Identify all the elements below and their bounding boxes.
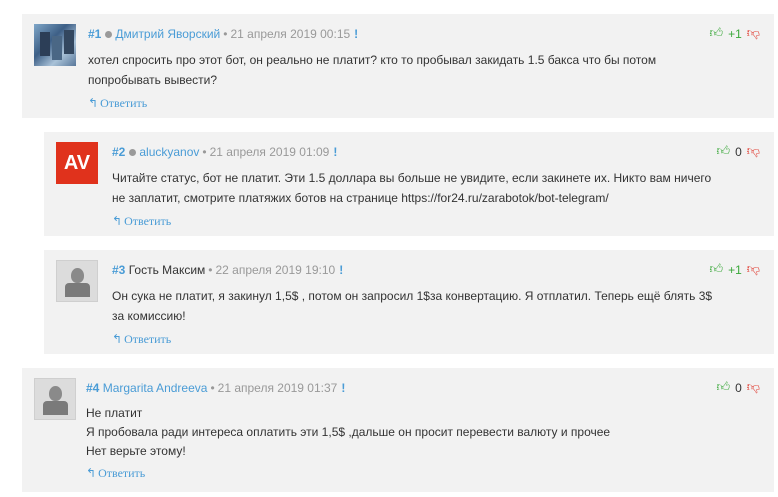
comment-date: 21 апреля 2019 01:09 <box>209 145 330 159</box>
comment-meta: #4 Margarita Andreeva • 21 апреля 2019 01:… <box>86 381 345 395</box>
comment-line: Нет верьте этому! <box>86 444 186 458</box>
comment-author[interactable]: aluckyanov <box>139 145 199 159</box>
vote-score: 0 <box>735 144 742 159</box>
avatar[interactable] <box>34 24 76 66</box>
comment-line: Я пробовала ради интереса оплатить эти 1… <box>86 425 611 439</box>
reply-arrow-icon: ↰ <box>88 96 99 110</box>
avatar[interactable] <box>56 260 98 302</box>
report-icon[interactable]: ! <box>339 263 343 277</box>
reply-label: Ответить <box>124 214 172 228</box>
vote-score: +1 <box>728 26 742 41</box>
avatar[interactable]: AV <box>56 142 98 184</box>
vote-box: 👍︎ +1 👎︎ <box>710 26 760 41</box>
status-dot-icon <box>105 31 113 38</box>
comment-meta: #3 Гость Максим • 22 апреля 2019 19:10! <box>112 263 343 277</box>
thumbs-down-icon[interactable]: 👎︎ <box>747 380 760 395</box>
comment-3: #3 Гость Максим • 22 апреля 2019 19:10! 👍︎… <box>44 250 774 354</box>
comment-1: #1 Дмитрий Яворский • 21 апреля 2019 00:15!… <box>22 14 774 118</box>
comment-text: Читайте статус, бот не платит. Эти 1.5 д… <box>112 171 712 205</box>
report-icon[interactable]: ! <box>333 145 337 159</box>
guest-head-icon <box>49 386 62 401</box>
reply-label: Ответить <box>98 466 146 480</box>
comment-number[interactable]: #3 <box>112 263 125 277</box>
report-icon[interactable]: ! <box>341 381 345 395</box>
reply-label: Ответить <box>124 332 172 346</box>
reply-arrow-icon: ↰ <box>86 466 97 480</box>
separator-dot-icon: • <box>208 263 213 277</box>
reply-label: Ответить <box>100 96 148 110</box>
vote-score: 0 <box>735 380 742 395</box>
thumbs-up-icon[interactable]: 👍︎ <box>710 262 724 277</box>
separator-dot-icon: • <box>223 27 228 41</box>
comment-line: Не платит <box>86 406 143 420</box>
guest-head-icon <box>71 268 84 283</box>
thumbs-down-icon[interactable]: 👎︎ <box>747 262 760 277</box>
guest-body-icon <box>65 283 90 297</box>
comment-2: AV #2 aluckyanov • 21 апреля 2019 01:09! 👍︎… <box>44 132 774 236</box>
comment-author: Гость Максим <box>128 263 206 277</box>
comment-date: 21 апреля 2019 00:15 <box>230 27 351 41</box>
vote-score: +1 <box>728 262 742 277</box>
comment-meta: #2 aluckyanov • 21 апреля 2019 01:09! <box>112 145 337 159</box>
reply-button[interactable]: ↰ Ответить <box>112 332 171 347</box>
avatar[interactable] <box>34 378 76 420</box>
comment-text: Не платит Я пробовала ради интереса опла… <box>86 404 726 461</box>
comment-author[interactable]: Margarita Andreeva <box>103 381 208 395</box>
reply-button[interactable]: ↰ Ответить <box>112 214 171 229</box>
comment-text: хотел спросить про этот бот, он реально … <box>88 53 657 87</box>
vote-box: 👍︎ +1 👎︎ <box>710 262 760 277</box>
reply-arrow-icon: ↰ <box>112 214 123 228</box>
comment-text: Он сука не платит, я закинул 1,5$ , пото… <box>112 289 713 323</box>
status-dot-icon <box>129 149 137 156</box>
report-icon[interactable]: ! <box>354 27 358 41</box>
reply-button[interactable]: ↰ Ответить <box>86 466 145 481</box>
comment-number[interactable]: #4 <box>86 381 99 395</box>
comment-number[interactable]: #1 <box>88 27 101 41</box>
thumbs-up-icon[interactable]: 👍︎ <box>717 380 731 395</box>
comment-date: 22 апреля 2019 19:10 <box>215 263 336 277</box>
guest-body-icon <box>43 401 68 415</box>
reply-arrow-icon: ↰ <box>112 332 123 346</box>
reply-button[interactable]: ↰ Ответить <box>88 96 147 111</box>
separator-dot-icon: • <box>210 381 215 395</box>
vote-box: 👍︎ 0 👎︎ <box>717 380 760 395</box>
thumbs-up-icon[interactable]: 👍︎ <box>717 144 731 159</box>
thumbs-down-icon[interactable]: 👎︎ <box>747 144 760 159</box>
comment-author[interactable]: Дмитрий Яворский <box>115 27 220 41</box>
thumbs-down-icon[interactable]: 👎︎ <box>747 26 760 41</box>
vote-box: 👍︎ 0 👎︎ <box>717 144 760 159</box>
comment-meta: #1 Дмитрий Яворский • 21 апреля 2019 00:15! <box>88 27 358 41</box>
separator-dot-icon: • <box>202 145 207 159</box>
comment-4: #4 Margarita Andreeva • 21 апреля 2019 01:… <box>22 368 774 492</box>
thumbs-up-icon[interactable]: 👍︎ <box>710 26 724 41</box>
comment-date: 21 апреля 2019 01:37 <box>217 381 338 395</box>
comment-number[interactable]: #2 <box>112 145 125 159</box>
